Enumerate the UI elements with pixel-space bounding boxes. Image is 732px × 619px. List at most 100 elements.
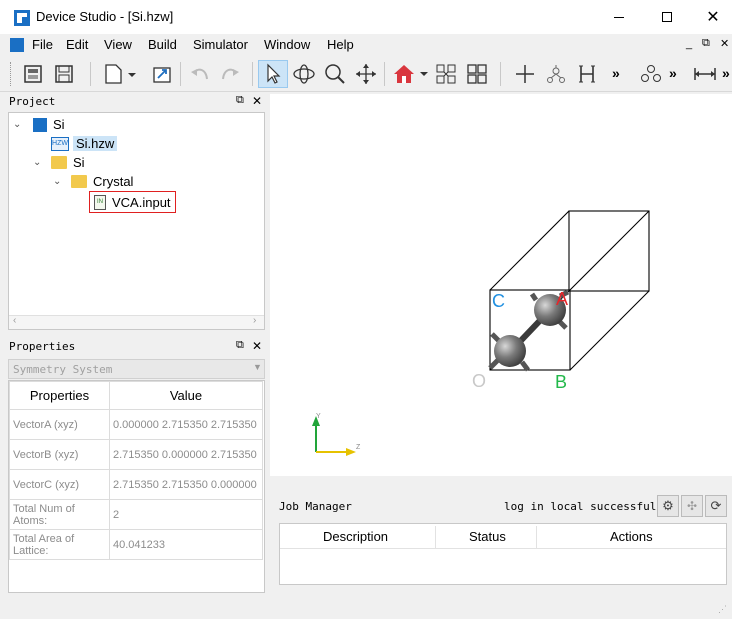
resize-grip-icon[interactable]: ⋰ <box>718 604 727 615</box>
expand-icon[interactable]: ⌄ <box>33 157 47 168</box>
property-value: 2.715350 0.000000 2.715350 <box>109 439 263 470</box>
table-row[interactable]: VectorB (xyz) 2.715350 0.000000 2.715350 <box>9 439 263 470</box>
close-panel-icon[interactable]: ✕ <box>252 94 262 108</box>
column-header: Value <box>109 381 263 410</box>
column-header: Properties <box>9 381 110 410</box>
menu-view[interactable]: View <box>104 37 132 52</box>
menu-simulator[interactable]: Simulator <box>193 37 248 52</box>
grid-view-button[interactable] <box>462 60 492 88</box>
rotate-icon <box>293 64 315 84</box>
pan-tool-button[interactable] <box>351 60 381 88</box>
build-molecule-button[interactable] <box>541 60 571 88</box>
job-manager-status: log in local successfully <box>504 500 670 513</box>
horizontal-scrollbar[interactable]: ‹ › <box>9 315 264 329</box>
menu-bar: File Edit View Build Simulator Window He… <box>0 34 732 56</box>
import-button[interactable] <box>147 60 177 88</box>
undo-icon <box>191 68 208 80</box>
rotate-tool-button[interactable] <box>289 60 319 88</box>
import-icon <box>153 67 171 83</box>
float-panel-icon[interactable]: ⧉ <box>236 339 244 352</box>
mdi-close-icon[interactable]: ✕ <box>720 37 729 50</box>
toolbar-separator <box>384 62 385 86</box>
tree-node-si-folder[interactable]: ⌄ Si <box>33 153 85 172</box>
table-row[interactable]: Total Area of Lattice: 40.041233 <box>9 529 263 560</box>
refresh-icon: ⟳ <box>710 498 722 513</box>
triad-y-label: Y <box>316 413 321 420</box>
fit-view-button[interactable] <box>431 60 461 88</box>
orientation-triad: Y Z <box>312 413 361 456</box>
measure-button[interactable] <box>690 60 720 88</box>
toolbar-overflow-icon-3[interactable]: » <box>722 65 730 81</box>
project-panel-title: Project <box>9 95 56 108</box>
scroll-left-icon[interactable]: ‹ <box>13 315 16 326</box>
expand-icon[interactable]: ⌄ <box>13 119 27 130</box>
property-value: 2 <box>109 499 263 530</box>
scroll-right-icon[interactable]: › <box>253 315 256 326</box>
toolbar-overflow-icon-2[interactable]: » <box>669 65 677 81</box>
select-tool-button[interactable] <box>258 60 288 88</box>
float-panel-icon[interactable]: ⧉ <box>236 94 244 107</box>
menu-window[interactable]: Window <box>264 37 310 52</box>
axis-label-c: C <box>492 291 505 311</box>
si-atom[interactable] <box>494 335 526 367</box>
menu-logo-icon <box>10 38 24 52</box>
toolbar-overflow-icon[interactable]: » <box>612 65 620 81</box>
crystal-structure-canvas[interactable]: C A B O Y Z <box>270 94 732 476</box>
add-atom-button[interactable] <box>510 60 540 88</box>
menu-edit[interactable]: Edit <box>66 37 88 52</box>
network-button[interactable]: ✣ <box>681 495 703 517</box>
folder-icon <box>51 156 67 169</box>
table-header-row: Properties Value <box>9 381 263 410</box>
structure-viewport[interactable]: C A B O Y Z <box>270 94 732 476</box>
expand-icon[interactable]: ⌄ <box>53 176 67 187</box>
property-name: Total Area of Lattice: <box>9 529 110 560</box>
minimize-icon <box>614 16 624 18</box>
cluster-button[interactable] <box>636 60 666 88</box>
home-view-button[interactable] <box>390 60 430 88</box>
toolbar-separator <box>252 62 253 86</box>
project-tree: ⌄ Si HZW Si.hzw ⌄ Si ⌄ Crystal IN VCA.in… <box>8 112 265 330</box>
settings-button[interactable]: ⚙ <box>657 495 679 517</box>
column-header: Description <box>323 529 389 544</box>
hzw-file-icon: HZW <box>51 136 69 151</box>
zoom-icon <box>325 64 345 84</box>
mdi-restore-icon[interactable]: ⧉ <box>702 37 710 50</box>
tree-node-si-hzw[interactable]: HZW Si.hzw <box>51 134 118 153</box>
axis-label-a: A <box>556 289 568 309</box>
close-panel-icon[interactable]: ✕ <box>252 339 262 353</box>
grid-icon <box>467 64 487 84</box>
tree-node-vca-input[interactable]: IN VCA.input <box>89 191 176 213</box>
new-file-button[interactable] <box>100 60 140 88</box>
tree-label: Si.hzw <box>73 136 118 151</box>
project-panel-header: Project ⧉ ✕ <box>0 93 268 111</box>
add-hydrogen-button[interactable] <box>572 60 602 88</box>
tree-label: VCA.input <box>112 194 171 210</box>
undo-button[interactable] <box>185 60 215 88</box>
symmetry-dropdown[interactable]: Symmetry System ▼ <box>8 359 265 379</box>
menu-help[interactable]: Help <box>327 37 354 52</box>
menu-build[interactable]: Build <box>148 37 177 52</box>
zoom-tool-button[interactable] <box>320 60 350 88</box>
add-hydrogen-icon <box>579 65 595 83</box>
table-row[interactable]: VectorA (xyz) 0.000000 2.715350 2.715350 <box>9 409 263 440</box>
property-value: 40.041233 <box>109 529 263 560</box>
new-project-button[interactable] <box>18 60 48 88</box>
refresh-button[interactable]: ⟳ <box>705 495 727 517</box>
save-button[interactable] <box>49 60 79 88</box>
minimize-button[interactable] <box>596 0 642 34</box>
tree-node-crystal-folder[interactable]: ⌄ Crystal <box>53 172 133 191</box>
chevron-down-icon: ▼ <box>253 362 262 372</box>
maximize-button[interactable] <box>644 0 690 34</box>
mdi-minimize-icon[interactable]: _ <box>686 38 692 50</box>
tree-node-si-project[interactable]: ⌄ Si <box>13 115 65 134</box>
column-header: Actions <box>610 529 653 544</box>
property-name: VectorA (xyz) <box>9 409 110 440</box>
new-file-icon <box>105 64 136 84</box>
column-divider <box>536 526 537 548</box>
home-icon <box>394 65 428 83</box>
close-button[interactable]: ✕ <box>690 0 732 34</box>
table-row[interactable]: VectorC (xyz) 2.715350 2.715350 0.000000 <box>9 469 263 500</box>
redo-button[interactable] <box>215 60 245 88</box>
table-row[interactable]: Total Num of Atoms: 2 <box>9 499 263 530</box>
menu-file[interactable]: File <box>32 37 53 52</box>
